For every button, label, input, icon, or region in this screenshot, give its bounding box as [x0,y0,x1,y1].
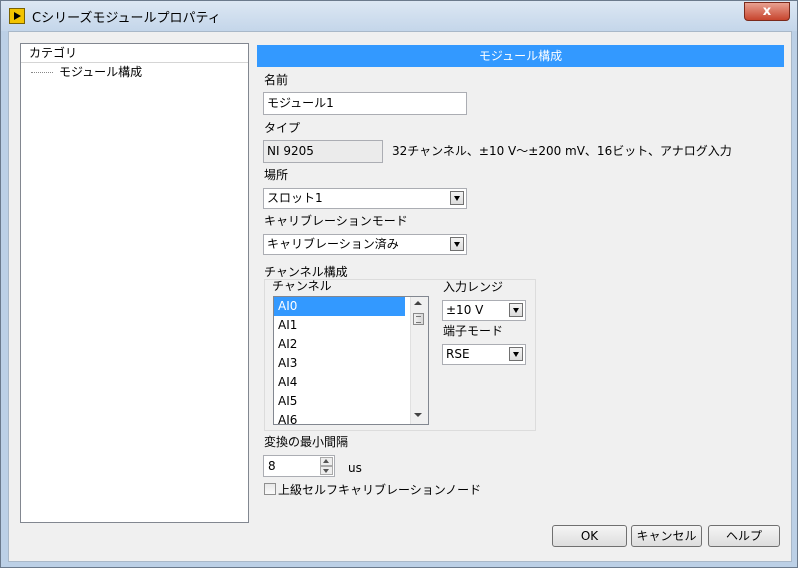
list-item[interactable]: AI1 [274,316,405,335]
terminal-mode-value: RSE [446,347,470,361]
dialog-client: カテゴリ モジュール構成 モジュール構成 名前 モジュール1 タイプ NI 92… [8,31,792,562]
advanced-calibration-checkbox[interactable] [264,483,276,495]
min-conversion-spinner[interactable]: 8 [263,455,335,477]
close-button[interactable]: x [744,2,790,21]
input-range-label: 入力レンジ [443,280,504,294]
type-value: NI 9205 [263,140,383,163]
chevron-down-icon[interactable] [450,191,464,205]
min-conversion-unit: us [348,461,362,475]
terminal-mode-select[interactable]: RSE [442,344,526,365]
input-range-select[interactable]: ±10 V [442,300,526,321]
location-label: 場所 [264,168,289,182]
min-conversion-value: 8 [268,459,276,473]
cancel-button[interactable]: キャンセル [631,525,702,547]
scroll-thumb[interactable] [413,313,424,325]
increment-icon[interactable] [320,457,333,466]
channel-list-scrollbar[interactable] [410,297,428,424]
calibration-mode-value: キャリブレーション済み [267,237,399,251]
location-select[interactable]: スロット1 [263,188,467,209]
category-header: カテゴリ [21,44,248,63]
name-label: 名前 [264,73,289,87]
list-item[interactable]: AI4 [274,373,405,392]
window-title: Cシリーズモジュールプロパティ [32,11,221,26]
labview-icon [9,8,25,24]
list-item[interactable]: AI5 [274,392,405,411]
terminal-mode-label: 端子モード [443,324,504,338]
list-item[interactable]: AI3 [274,354,405,373]
name-input[interactable]: モジュール1 [263,92,467,115]
chevron-down-icon[interactable] [509,347,523,361]
list-item[interactable]: AI2 [274,335,405,354]
category-item-module-config[interactable]: モジュール構成 [21,63,248,81]
dialog-window: Cシリーズモジュールプロパティ x カテゴリ モジュール構成 モジュール構成 名… [0,0,798,568]
advanced-calibration-label[interactable]: 上級セルフキャリブレーションノード [278,481,481,498]
help-button[interactable]: ヘルプ [708,525,780,547]
calibration-mode-label: キャリブレーションモード [264,214,408,228]
location-value: スロット1 [267,191,323,205]
calibration-mode-select[interactable]: キャリブレーション済み [263,234,467,255]
channel-list[interactable]: AI0 AI1 AI2 AI3 AI4 AI5 AI6 [273,296,429,425]
min-conversion-label: 変換の最小間隔 [264,435,349,449]
chevron-down-icon[interactable] [509,303,523,317]
ok-button[interactable]: OK [552,525,627,547]
chevron-down-icon[interactable] [450,237,464,251]
title-bar[interactable]: Cシリーズモジュールプロパティ x [1,1,797,31]
type-label: タイプ [264,121,301,135]
input-range-value: ±10 V [446,303,484,317]
list-item[interactable]: AI0 [274,297,405,316]
channel-label: チャンネル [272,279,332,293]
scroll-up-icon[interactable] [414,301,422,305]
decrement-icon[interactable] [320,466,333,475]
category-tree: カテゴリ モジュール構成 [20,43,249,523]
type-description: 32チャンネル、±10 V～±200 mV、16ビット、アナログ入力 [392,144,732,158]
list-item[interactable]: AI6 [274,411,405,424]
section-header: モジュール構成 [257,45,784,67]
scroll-down-icon[interactable] [414,413,422,417]
